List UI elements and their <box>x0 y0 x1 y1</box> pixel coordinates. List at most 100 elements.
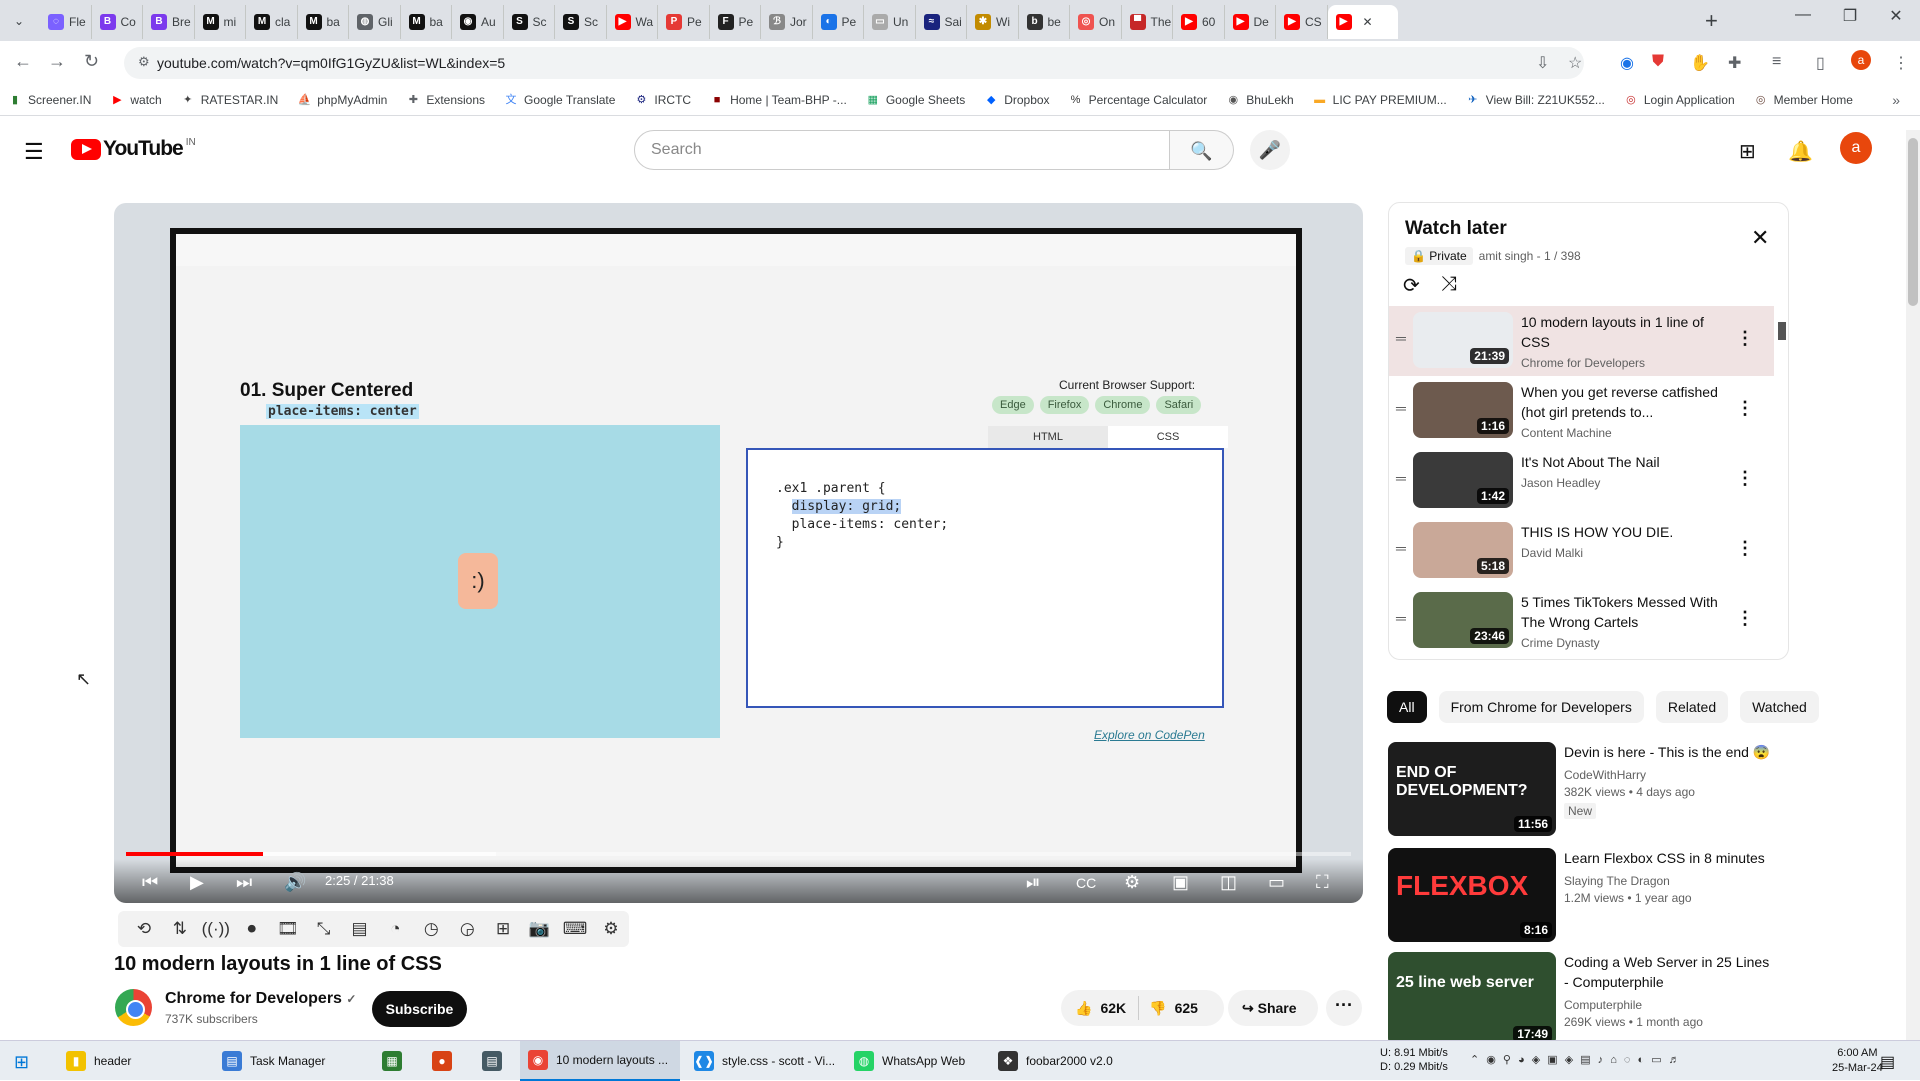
recommendation-item[interactable]: 25 line web server 17:49 Coding a Web Serv… <box>1388 952 1774 1046</box>
menu-kebab-icon[interactable]: ⋮ <box>1893 53 1909 73</box>
browser-tab[interactable]: ▶ CS <box>1276 5 1328 39</box>
playlist-item-title[interactable]: THIS IS HOW YOU DIE. <box>1521 522 1721 542</box>
install-app-icon[interactable]: ⇩ <box>1536 53 1549 73</box>
playlist-item-title[interactable]: When you get reverse catfished (hot girl… <box>1521 382 1721 422</box>
pip-icon[interactable]: ◫ <box>1220 872 1237 893</box>
browser-tab[interactable]: ▶ De <box>1225 5 1276 39</box>
bookmarks-overflow-icon[interactable]: » <box>1892 92 1900 108</box>
site-info-icon[interactable]: ⚙ <box>138 54 150 70</box>
item-menu-icon[interactable]: ⋮ <box>1736 538 1754 559</box>
playlist-item-title[interactable]: 5 Times TikTokers Messed With The Wrong … <box>1521 592 1721 632</box>
drag-handle-icon[interactable]: ═ <box>1389 330 1413 346</box>
playlist-item[interactable]: ═ 21:39 10 modern layouts in 1 line of CSS… <box>1389 306 1774 376</box>
browser-tab[interactable]: Mba <box>401 5 452 39</box>
filter-chip[interactable]: Watched <box>1740 691 1819 723</box>
taskbar-item[interactable]: ❰❱ style.css - scott - Vi... <box>686 1041 841 1081</box>
bookmark-item[interactable]: ⛵ phpMyAdmin <box>297 93 387 107</box>
search-button[interactable]: 🔍 <box>1170 130 1234 170</box>
playlist-item-channel[interactable]: Crime Dynasty <box>1521 636 1721 650</box>
extension-icon[interactable]: ◉ <box>1620 53 1634 73</box>
settings-gear-icon[interactable]: ⚙ <box>1124 872 1140 893</box>
video-thumbnail[interactable]: 1:16 <box>1413 382 1513 438</box>
browser-tab[interactable]: S Sc <box>555 5 607 39</box>
browser-tab[interactable]: ▀ The <box>1122 5 1173 39</box>
new-tab-button[interactable]: + <box>1705 8 1718 34</box>
bookmark-item[interactable]: ◎ Member Home <box>1754 93 1853 107</box>
like-button[interactable]: 👍 62K <box>1061 1000 1138 1017</box>
keyboard-icon[interactable]: ⌨ <box>557 919 593 939</box>
taskbar-item[interactable]: ▮ header <box>58 1041 208 1081</box>
back-icon[interactable]: ← <box>14 51 32 72</box>
browser-tab[interactable]: ◍ Gli <box>349 5 401 39</box>
system-tray[interactable]: ⌃ ◉ ⚲ ◕ ◈ ▣ ◈ ▤ ♪ ⌂ ◌ ◐ ▭ ♬ <box>1470 1053 1682 1066</box>
search-input[interactable]: Search <box>634 130 1170 170</box>
video-thumbnail[interactable]: 23:46 <box>1413 592 1513 648</box>
fullscreen-icon[interactable]: ⛶ <box>1316 872 1329 893</box>
browser-tab[interactable]: ▶ Wa <box>607 5 658 39</box>
browser-tab[interactable]: ✱ Wi <box>967 5 1019 39</box>
browser-tab[interactable]: Mba <box>298 5 349 39</box>
play-icon[interactable]: ▶ <box>190 872 204 893</box>
loop-icon[interactable]: ⟲ <box>126 919 162 939</box>
camera-icon[interactable]: 📷 <box>521 919 557 939</box>
browser-tab-active[interactable]: ▶ ✕ <box>1327 5 1398 39</box>
bookmark-item[interactable]: ▦ Google Sheets <box>866 93 966 107</box>
playlist-item-title[interactable]: 10 modern layouts in 1 line of CSS <box>1521 312 1721 352</box>
bookmark-item[interactable]: ▶ watch <box>110 93 162 107</box>
browser-tab[interactable]: ▶ 60 <box>1173 5 1225 39</box>
browser-tab[interactable]: ≈ Sai <box>916 5 967 39</box>
film-icon[interactable]: 🎞 <box>270 919 306 939</box>
browser-tab[interactable]: B Co <box>92 5 143 39</box>
playlist-item-title[interactable]: It's Not About The Nail <box>1521 452 1721 472</box>
filter-chip[interactable]: From Chrome for Developers <box>1438 691 1644 723</box>
recommendation-channel[interactable]: Computerphile <box>1564 998 1774 1012</box>
bookmark-item[interactable]: ▬ LIC PAY PREMIUM... <box>1313 93 1447 107</box>
page-scroll-thumb[interactable] <box>1908 138 1918 306</box>
shield-extension-icon[interactable]: ⛊ <box>1652 53 1664 71</box>
item-menu-icon[interactable]: ⋮ <box>1736 608 1754 629</box>
media-control-icon[interactable]: ≡ <box>1772 53 1781 71</box>
browser-tab[interactable]: ◉ Au <box>452 5 504 39</box>
volume-icon[interactable]: 🔊 <box>284 872 306 893</box>
previous-icon[interactable]: ⏮ <box>142 872 158 893</box>
browser-tab[interactable]: ◌ Fle <box>40 5 92 39</box>
dislike-button[interactable]: 👎 625 <box>1139 1000 1208 1017</box>
browser-tab[interactable]: Mmi <box>195 5 246 39</box>
browser-tab[interactable]: ℬ Jor <box>761 5 813 39</box>
bookmark-item[interactable]: ◎ Login Application <box>1624 93 1735 107</box>
bookmark-item[interactable]: ⚙ IRCTC <box>634 93 691 107</box>
video-thumbnail[interactable]: 25 line web server 17:49 <box>1388 952 1556 1046</box>
video-player[interactable]: 01. Super Centered place-items: center C… <box>114 203 1363 903</box>
voice-search-button[interactable]: 🎤 <box>1250 130 1290 170</box>
settings-icon[interactable]: ⚙ <box>593 919 629 939</box>
autoplay-toggle-icon[interactable]: ⏯ <box>1026 872 1040 893</box>
item-menu-icon[interactable]: ⋮ <box>1736 328 1754 349</box>
playlist-scrollbar[interactable] <box>1776 306 1786 651</box>
share-button[interactable]: ↪ Share <box>1228 990 1318 1026</box>
taskbar-item[interactable]: ▤ <box>474 1041 518 1081</box>
playlist-item-channel[interactable]: Chrome for Developers <box>1521 356 1721 370</box>
side-panel-icon[interactable]: ▯ <box>1816 53 1825 73</box>
video-thumbnail[interactable]: 5:18 <box>1413 522 1513 578</box>
taskbar-item[interactable]: ◉ 10 modern layouts ... <box>520 1041 680 1081</box>
playlist-item[interactable]: ═ 23:46 5 Times TikTokers Messed With The … <box>1389 586 1774 656</box>
taskbar-item[interactable]: ▤ Task Manager <box>214 1041 364 1081</box>
browser-tab[interactable]: ▭ Un <box>864 5 916 39</box>
shuffle-icon[interactable]: ⤨ <box>1441 273 1457 296</box>
playlist-item[interactable]: ═The Expert (Short Comedy... <box>1389 656 1774 659</box>
record-icon[interactable]: ⏺ <box>234 919 270 939</box>
video-thumbnail[interactable]: 1:42 <box>1413 452 1513 508</box>
drag-handle-icon[interactable]: ═ <box>1389 400 1413 416</box>
loop-playlist-icon[interactable]: ⟳ <box>1403 273 1420 298</box>
filter-icon[interactable]: ◔ <box>377 919 413 939</box>
bookmark-item[interactable]: ■ Home | Team-BHP -... <box>710 93 847 107</box>
recommendation-title[interactable]: Coding a Web Server in 25 Lines - Comput… <box>1564 952 1774 992</box>
cinema-icon[interactable]: ▤ <box>342 919 378 939</box>
recommendation-channel[interactable]: CodeWithHarry <box>1564 768 1774 782</box>
video-thumbnail[interactable]: 21:39 <box>1413 312 1513 368</box>
playlist-item[interactable]: ═ 1:16 When you get reverse catfished (hot… <box>1389 376 1774 446</box>
drag-handle-icon[interactable]: ═ <box>1389 610 1413 626</box>
notification-center-icon[interactable]: ▤ <box>1880 1052 1895 1072</box>
captions-icon[interactable]: CC <box>1076 875 1096 891</box>
profile-avatar[interactable]: a <box>1851 50 1871 70</box>
